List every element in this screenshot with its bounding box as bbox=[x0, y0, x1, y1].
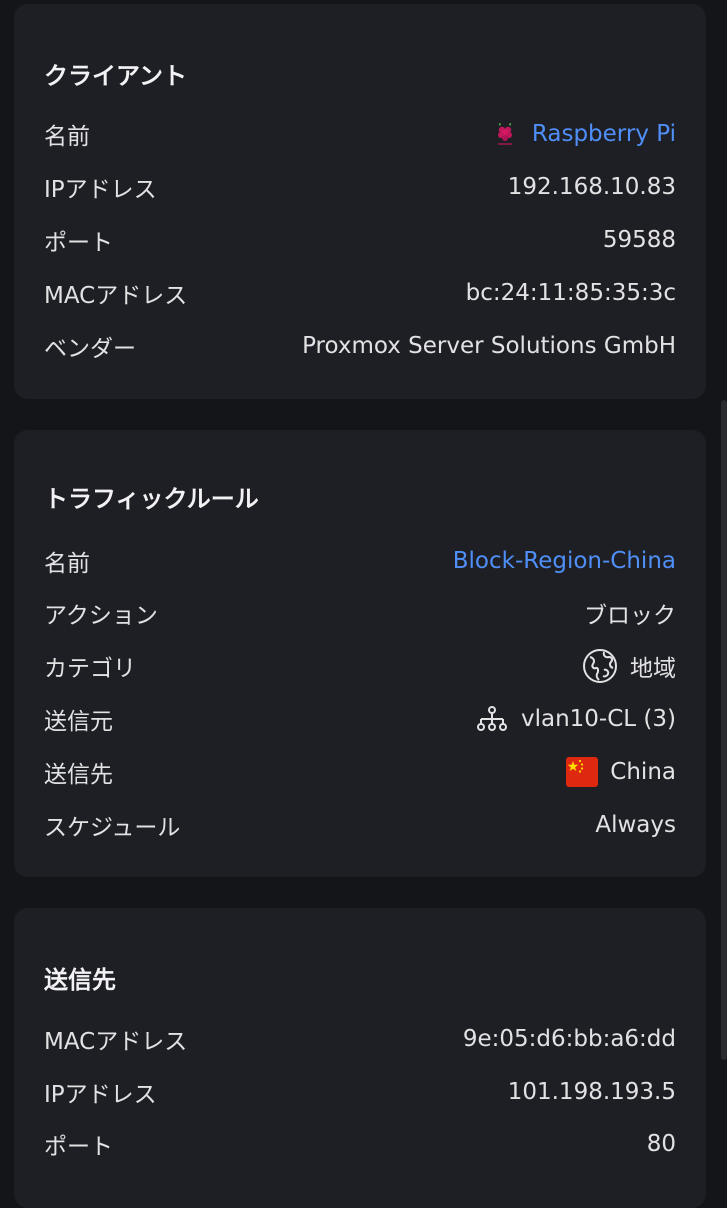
client-mac-label: MACアドレス bbox=[44, 283, 188, 309]
china-flag-icon bbox=[566, 757, 599, 787]
client-card-title: クライアント bbox=[44, 62, 188, 90]
rule-schedule-label: スケジュール bbox=[44, 815, 181, 841]
rule-source-value: vlan10-CL (3) bbox=[520, 706, 676, 732]
rule-destination-label: 送信先 bbox=[44, 762, 113, 788]
destination-port-row: ポート 80 bbox=[44, 1124, 676, 1164]
client-name-value-wrap[interactable]: Raspberry Pi bbox=[490, 119, 676, 149]
rule-destination-row: 送信先 China bbox=[44, 752, 676, 792]
rule-destination-value-wrap: China bbox=[566, 757, 676, 787]
rule-category-value-wrap: 地域 bbox=[582, 648, 676, 684]
rule-name-link[interactable]: Block-Region-China bbox=[453, 548, 676, 574]
client-vendor-label: ベンダー bbox=[44, 336, 136, 362]
rule-destination-value: China bbox=[610, 759, 676, 785]
rule-category-value: 地域 bbox=[630, 656, 676, 682]
client-port-row: ポート 59588 bbox=[44, 220, 676, 260]
globe-icon bbox=[582, 648, 618, 684]
client-name-link[interactable]: Raspberry Pi bbox=[532, 121, 676, 147]
destination-ip-label: IPアドレス bbox=[44, 1082, 157, 1108]
client-port-label: ポート bbox=[44, 230, 113, 256]
client-card: クライアント 名前 Raspberry Pi IPアドレス 192.168.10… bbox=[14, 4, 706, 399]
rule-source-value-wrap: vlan10-CL (3) bbox=[475, 704, 676, 734]
client-mac-value: bc:24:11:85:35:3c bbox=[465, 280, 676, 306]
destination-card: 送信先 MACアドレス 9e:05:d6:bb:a6:dd IPアドレス 101… bbox=[14, 908, 706, 1208]
destination-ip-value: 101.198.193.5 bbox=[507, 1079, 676, 1105]
client-vendor-value: Proxmox Server Solutions GmbH bbox=[302, 333, 676, 359]
rule-schedule-row: スケジュール Always bbox=[44, 805, 676, 845]
client-vendor-row: ベンダー Proxmox Server Solutions GmbH bbox=[44, 326, 676, 366]
destination-port-label: ポート bbox=[44, 1134, 113, 1160]
rule-source-label: 送信元 bbox=[44, 709, 113, 735]
client-ip-label: IPアドレス bbox=[44, 177, 157, 203]
rule-action-row: アクション ブロック bbox=[44, 593, 676, 633]
client-name-label: 名前 bbox=[44, 124, 90, 150]
rule-source-row: 送信元 vlan10-CL (3) bbox=[44, 699, 676, 739]
rule-action-value: ブロック bbox=[584, 603, 676, 629]
client-name-row: 名前 Raspberry Pi bbox=[44, 114, 676, 154]
network-icon bbox=[475, 704, 509, 734]
client-port-value: 59588 bbox=[602, 227, 676, 253]
traffic-rule-card: トラフィックルール 名前 Block-Region-China アクション ブロ… bbox=[14, 430, 706, 877]
rule-category-label: カテゴリ bbox=[44, 656, 136, 682]
client-ip-row: IPアドレス 192.168.10.83 bbox=[44, 167, 676, 207]
destination-mac-value: 9e:05:d6:bb:a6:dd bbox=[462, 1026, 676, 1052]
scrollbar[interactable] bbox=[721, 400, 727, 1060]
rule-schedule-value: Always bbox=[595, 812, 676, 838]
destination-card-title: 送信先 bbox=[44, 966, 116, 994]
rule-name-row: 名前 Block-Region-China bbox=[44, 541, 676, 581]
rule-action-label: アクション bbox=[44, 603, 158, 629]
destination-ip-row: IPアドレス 101.198.193.5 bbox=[44, 1072, 676, 1112]
destination-mac-label: MACアドレス bbox=[44, 1029, 188, 1055]
client-ip-value: 192.168.10.83 bbox=[507, 174, 676, 200]
rule-category-row: カテゴリ 地域 bbox=[44, 646, 676, 686]
raspberry-pi-logo-icon bbox=[490, 119, 520, 149]
rule-name-label: 名前 bbox=[44, 551, 90, 577]
destination-mac-row: MACアドレス 9e:05:d6:bb:a6:dd bbox=[44, 1019, 676, 1059]
traffic-rule-card-title: トラフィックルール bbox=[44, 485, 259, 513]
destination-port-value: 80 bbox=[646, 1131, 676, 1157]
client-mac-row: MACアドレス bc:24:11:85:35:3c bbox=[44, 273, 676, 313]
